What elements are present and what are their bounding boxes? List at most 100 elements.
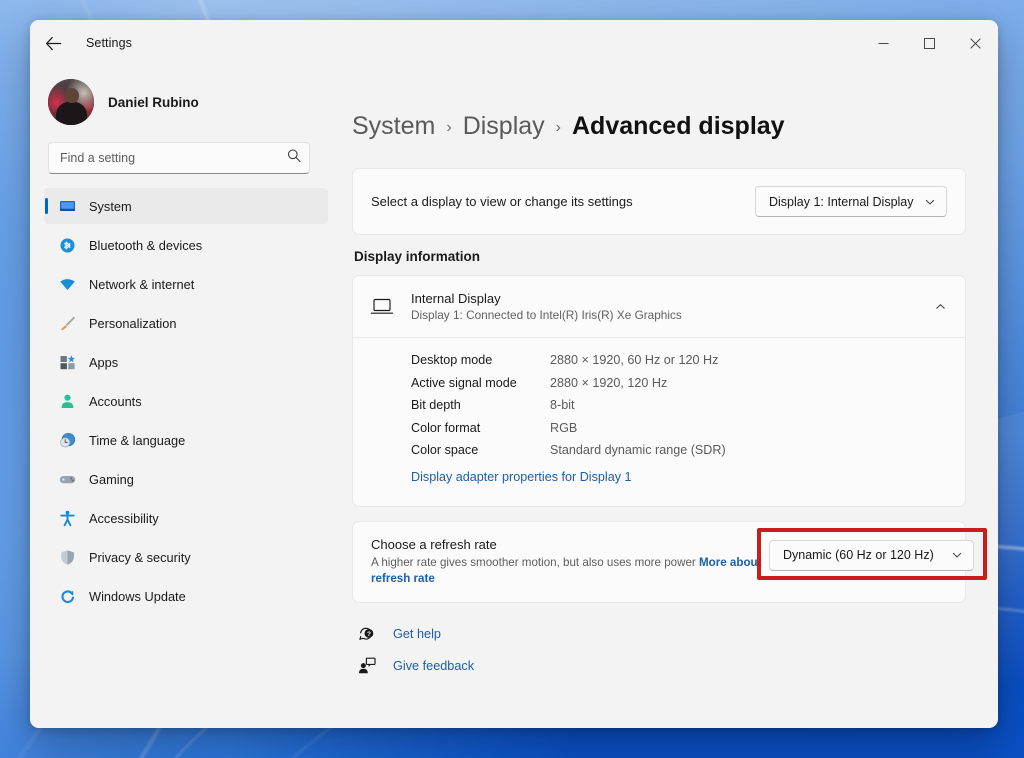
minimize-button[interactable] xyxy=(860,20,906,66)
accessibility-icon xyxy=(59,510,76,527)
clock-globe-icon xyxy=(59,432,76,449)
display-selector-card: Select a display to view or change its s… xyxy=(352,168,966,235)
back-arrow-icon xyxy=(45,36,61,50)
page-title: Advanced display xyxy=(572,112,785,140)
help-question-icon: ? xyxy=(358,625,376,643)
refresh-rate-dropdown-holder: Dynamic (60 Hz or 120 Hz) xyxy=(769,539,974,571)
sidebar-item-label: Apps xyxy=(89,354,119,370)
display-selector-value: Display 1: Internal Display xyxy=(769,194,914,209)
spec-row: Color format RGB xyxy=(411,421,947,435)
sidebar-item-label: Bluetooth & devices xyxy=(89,237,203,253)
account-tile[interactable]: Daniel Rubino xyxy=(44,66,328,132)
spec-key: Color space xyxy=(411,443,479,457)
sidebar-item-bluetooth-devices[interactable]: Bluetooth & devices xyxy=(44,227,328,263)
spec-key: Bit depth xyxy=(411,398,461,412)
sidebar-item-windows-update[interactable]: Windows Update xyxy=(44,578,328,614)
breadcrumb-separator: › xyxy=(555,119,561,136)
footer-link-label: Get help xyxy=(393,627,441,642)
sidebar-item-label: Privacy & security xyxy=(89,549,191,565)
sidebar-item-accessibility[interactable]: Accessibility xyxy=(44,500,328,536)
sidebar-item-label: Accessibility xyxy=(89,510,159,526)
sidebar-item-label: Network & internet xyxy=(89,276,195,292)
spec-value: 2880 × 1920, 60 Hz or 120 Hz xyxy=(550,353,719,367)
person-icon xyxy=(59,393,76,410)
internal-display-subtitle: Display 1: Connected to Intel(R) Iris(R)… xyxy=(411,308,682,322)
footer-link-label: Give feedback xyxy=(393,659,475,674)
search-container xyxy=(48,142,310,174)
sidebar-item-personalization[interactable]: Personalization xyxy=(44,305,328,341)
breadcrumb: System › Display › Advanced display xyxy=(352,112,966,141)
chevron-down-icon xyxy=(952,552,962,558)
display-information-card: Internal Display Display 1: Connected to… xyxy=(352,275,966,507)
maximize-button[interactable] xyxy=(906,20,952,66)
spec-key: Desktop mode xyxy=(411,353,493,367)
spec-key: Color format xyxy=(411,420,481,435)
settings-window: Settings Daniel Rubino Find a setting Sy… xyxy=(30,20,998,728)
footer-links: ? Get help Give feedback xyxy=(358,625,966,675)
refresh-rate-description: A higher rate gives smoother motion, but… xyxy=(371,555,781,588)
refresh-rate-description-text: A higher rate gives smoother motion, but… xyxy=(371,555,700,569)
window-controls xyxy=(860,20,998,66)
paintbrush-icon xyxy=(59,315,76,332)
close-icon xyxy=(969,37,981,49)
main-content: System › Display › Advanced display Sele… xyxy=(342,66,998,728)
refresh-rate-text: Choose a refresh rate A higher rate give… xyxy=(371,537,781,588)
sidebar-item-label: Time & language xyxy=(89,432,186,448)
chevron-up-icon xyxy=(936,304,945,309)
sidebar-item-apps[interactable]: Apps xyxy=(44,344,328,380)
spec-value: 8-bit xyxy=(550,398,575,412)
sidebar-item-label: System xyxy=(89,198,132,214)
spec-row: Desktop mode 2880 × 1920, 60 Hz or 120 H… xyxy=(411,353,947,367)
svg-text:?: ? xyxy=(367,632,371,639)
spec-row: Color space Standard dynamic range (SDR) xyxy=(411,443,947,457)
display-selector-dropdown[interactable]: Display 1: Internal Display xyxy=(755,186,947,217)
title-bar: Settings xyxy=(30,20,998,66)
display-adapter-properties-link[interactable]: Display adapter properties for Display 1 xyxy=(411,470,632,484)
sidebar-item-label: Windows Update xyxy=(89,588,186,604)
refresh-rate-dropdown[interactable]: Dynamic (60 Hz or 120 Hz) xyxy=(769,539,974,571)
sidebar-item-label: Personalization xyxy=(89,315,177,331)
spec-row: Bit depth 8-bit xyxy=(411,398,947,412)
breadcrumb-item-display[interactable]: Display xyxy=(463,112,545,141)
spec-key: Active signal mode xyxy=(411,375,517,390)
maximize-icon xyxy=(923,37,935,49)
account-name: Daniel Rubino xyxy=(108,94,199,110)
display-specs-table: Desktop mode 2880 × 1920, 60 Hz or 120 H… xyxy=(353,338,965,506)
internal-display-text: Internal Display Display 1: Connected to… xyxy=(411,291,918,322)
shield-icon xyxy=(59,549,76,566)
internal-display-name: Internal Display xyxy=(411,291,501,306)
breadcrumb-separator: › xyxy=(446,119,452,136)
sidebar-item-system[interactable]: System xyxy=(44,188,328,224)
display-information-heading: Display information xyxy=(354,249,481,264)
get-help-link[interactable]: ? Get help xyxy=(358,625,441,643)
refresh-rate-title: Choose a refresh rate xyxy=(371,536,497,552)
laptop-monitor-icon xyxy=(369,297,395,317)
apps-grid-icon xyxy=(59,354,76,371)
chevron-down-icon xyxy=(925,199,935,205)
search-input[interactable] xyxy=(48,142,310,174)
sidebar-item-time-language[interactable]: Time & language xyxy=(44,422,328,458)
avatar xyxy=(48,79,94,125)
feedback-person-icon xyxy=(358,657,376,675)
breadcrumb-item-system[interactable]: System xyxy=(352,112,435,141)
update-refresh-icon xyxy=(59,588,76,605)
sidebar-item-gaming[interactable]: Gaming xyxy=(44,461,328,497)
wifi-icon xyxy=(59,276,76,293)
sidebar-item-label: Gaming xyxy=(89,471,134,487)
sidebar-item-accounts[interactable]: Accounts xyxy=(44,383,328,419)
back-button[interactable] xyxy=(36,27,70,59)
internal-display-header[interactable]: Internal Display Display 1: Connected to… xyxy=(353,276,965,338)
sidebar-item-privacy-security[interactable]: Privacy & security xyxy=(44,539,328,575)
window-title: Settings xyxy=(86,36,132,50)
desktop-background: Settings Daniel Rubino Find a setting Sy… xyxy=(0,0,1024,758)
sidebar-item-network-internet[interactable]: Network & internet xyxy=(44,266,328,302)
monitor-icon xyxy=(59,198,76,215)
refresh-rate-card: Choose a refresh rate A higher rate give… xyxy=(352,520,987,604)
close-button[interactable] xyxy=(952,20,998,66)
display-selector-row: Select a display to view or change its s… xyxy=(353,169,965,234)
sidebar-nav: System Bluetooth & devices Network & int… xyxy=(44,188,328,617)
gamepad-icon xyxy=(59,471,76,488)
sidebar: Daniel Rubino Find a setting System Blue… xyxy=(30,66,342,728)
sidebar-item-label: Accounts xyxy=(89,393,142,409)
give-feedback-link[interactable]: Give feedback xyxy=(358,657,474,675)
